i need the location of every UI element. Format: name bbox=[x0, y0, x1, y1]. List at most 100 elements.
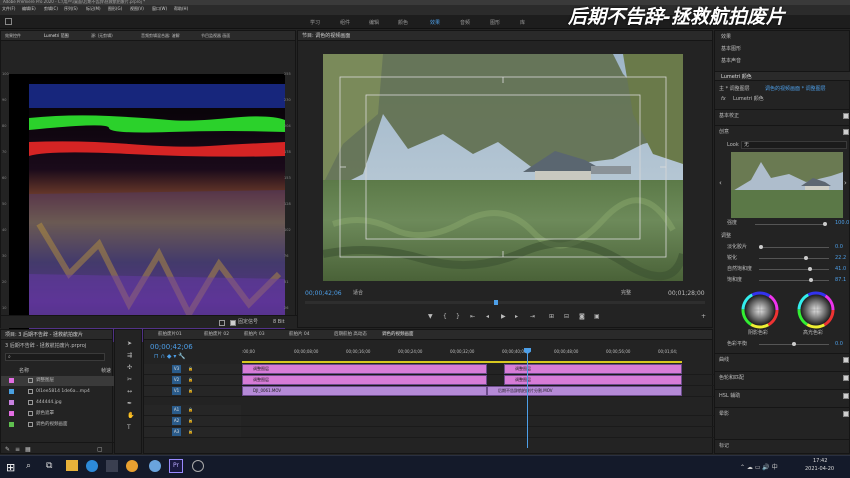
pencil-icon[interactable]: ✎ bbox=[5, 446, 10, 453]
mark-in-icon[interactable]: { bbox=[443, 313, 447, 320]
razor-tool-icon[interactable]: ✂ bbox=[127, 376, 132, 383]
program-monitor-tab[interactable]: 节目: 调色的视频画面 bbox=[302, 34, 350, 39]
tint-balance-value[interactable]: 0.0 bbox=[835, 342, 843, 347]
saturation-slider[interactable] bbox=[759, 278, 829, 282]
home-icon[interactable] bbox=[5, 18, 12, 25]
effects-tab[interactable]: 效果 bbox=[721, 35, 731, 40]
creative-section[interactable]: 创意 bbox=[715, 125, 850, 137]
name-column-header[interactable]: 名称 bbox=[19, 369, 29, 374]
track-target-toggle[interactable]: A3 bbox=[172, 428, 181, 436]
scopes-panel-tab[interactable]: 节目监视器 画面 bbox=[201, 34, 230, 38]
project-tab[interactable]: 项目: 3 后期不告辞 - 拯救航拍废片 bbox=[5, 333, 83, 338]
workspace-tab[interactable]: 编辑 bbox=[369, 19, 379, 26]
menu-item[interactable]: 编辑(E) bbox=[22, 7, 36, 11]
faded-film-value[interactable]: 0.0 bbox=[835, 245, 843, 250]
workspace-tab[interactable]: 组件 bbox=[340, 19, 350, 26]
add-marker-icon[interactable]: ▼ bbox=[428, 313, 433, 320]
saturation-value[interactable]: 87.1 bbox=[835, 278, 846, 283]
app-icon-orange[interactable] bbox=[126, 460, 138, 472]
track-target-toggle[interactable]: A1 bbox=[172, 406, 181, 414]
project-item[interactable]: 颜色遮罩 bbox=[1, 409, 114, 419]
curves-section[interactable]: 曲线 bbox=[715, 353, 850, 365]
timeline-ruler[interactable]: :00;00 00;00;08;00 00;00;16;00 00;00;24;00 0… bbox=[242, 348, 682, 362]
creative-checkbox[interactable] bbox=[843, 129, 849, 135]
intensity-slider[interactable] bbox=[755, 222, 827, 226]
go-to-out-icon[interactable]: ⇥ bbox=[530, 313, 535, 320]
sequence-tab[interactable]: 航拍废片01 bbox=[158, 332, 182, 338]
curves-checkbox[interactable] bbox=[843, 357, 849, 363]
faded-film-slider-knob[interactable] bbox=[759, 245, 763, 249]
scopes-panel-tab[interactable]: Lumetri 范围 bbox=[44, 34, 69, 38]
add-button-icon[interactable]: + bbox=[701, 313, 706, 320]
workspace-tab[interactable]: 颜色 bbox=[398, 19, 408, 26]
work-area-bar[interactable] bbox=[242, 361, 682, 363]
clamp-signal-checkbox[interactable] bbox=[230, 320, 236, 326]
slip-tool-icon[interactable]: ↔ bbox=[127, 388, 132, 395]
timeline-playhead[interactable] bbox=[527, 348, 528, 448]
menu-item[interactable]: 文件(F) bbox=[2, 7, 15, 11]
program-scrub-bar[interactable] bbox=[305, 300, 705, 305]
sequence-tab[interactable]: 航拍片 03 bbox=[244, 332, 265, 338]
project-item[interactable]: 0l1ee5814 1de6a...mp4 bbox=[1, 387, 114, 397]
file-explorer-icon[interactable] bbox=[66, 460, 78, 471]
bit-depth-select[interactable]: 8 Bit bbox=[273, 320, 285, 325]
program-timecode-current[interactable]: 00;00;42;06 bbox=[305, 291, 342, 297]
color-wheels-section[interactable]: 色轮和匹配 bbox=[715, 371, 850, 383]
playback-resolution-select[interactable]: 完整 bbox=[621, 291, 631, 296]
timeline-clip[interactable]: 调整图层 bbox=[242, 364, 487, 374]
timeline-clip[interactable]: 后期不告辞航拍废片分割.MOV bbox=[487, 386, 682, 396]
menu-item[interactable]: 窗口(W) bbox=[152, 7, 167, 11]
shadow-tint-wheel[interactable] bbox=[739, 289, 781, 331]
highlight-tint-wheel[interactable] bbox=[795, 289, 837, 331]
track-lock-icon[interactable]: 🔒 bbox=[188, 378, 193, 382]
lift-icon[interactable]: ⊞ bbox=[549, 313, 554, 320]
program-playhead[interactable] bbox=[494, 300, 498, 305]
vibrance-slider[interactable] bbox=[759, 267, 829, 271]
color-wheels-checkbox[interactable] bbox=[843, 375, 849, 381]
timeline-snap-icons[interactable]: ⊓ ∩ ◆ ▾ 🔧 bbox=[154, 354, 186, 360]
basic-correction-section[interactable]: 基本校正 bbox=[715, 109, 850, 121]
tint-balance-slider-knob[interactable] bbox=[792, 342, 796, 346]
vibrance-slider-knob[interactable] bbox=[808, 267, 812, 271]
vignette-section[interactable]: 晕影 bbox=[715, 407, 850, 419]
selection-tool-icon[interactable]: ➤ bbox=[127, 340, 132, 347]
basic-correction-checkbox[interactable] bbox=[843, 113, 849, 119]
icon-view-icon[interactable]: ▦ bbox=[25, 446, 31, 453]
essential-sound-tab[interactable]: 基本声音 bbox=[721, 59, 741, 64]
taskbar-clock[interactable]: 17:42 bbox=[813, 459, 827, 464]
taskbar-date[interactable]: 2021-04-20 bbox=[805, 467, 834, 472]
project-item[interactable]: 调色的视频画面 bbox=[1, 420, 114, 430]
hand-tool-icon[interactable]: ✋ bbox=[127, 412, 134, 419]
sequence-tab[interactable]: 调色的视频画面 bbox=[382, 332, 414, 338]
go-to-in-icon[interactable]: ⇤ bbox=[470, 313, 475, 320]
frame-rate-column-header[interactable]: 帧速 bbox=[101, 369, 111, 374]
essential-graphics-tab[interactable]: 基本图形 bbox=[721, 47, 741, 52]
sequence-tab[interactable]: 后期航拍 高动态 bbox=[334, 332, 367, 338]
extract-icon[interactable]: ⊟ bbox=[564, 313, 569, 320]
timeline-clip[interactable]: DJI_0061.MOV bbox=[242, 386, 487, 396]
menu-item[interactable]: 标记(M) bbox=[86, 7, 101, 11]
timeline-clip[interactable]: 调整图层 bbox=[504, 375, 682, 385]
play-icon[interactable]: ▶ bbox=[501, 313, 506, 320]
project-search-input[interactable]: ⌕ bbox=[5, 353, 105, 361]
track-lock-icon[interactable]: 🔒 bbox=[188, 389, 193, 393]
vignette-checkbox[interactable] bbox=[843, 411, 849, 417]
workspace-tab[interactable]: 音频 bbox=[460, 19, 470, 26]
look-prev-icon[interactable]: ‹ bbox=[719, 179, 722, 187]
step-back-icon[interactable]: ◂ bbox=[486, 313, 489, 320]
sequence-tab[interactable]: 航拍废片 02 bbox=[204, 332, 229, 338]
track-lock-icon[interactable]: 🔒 bbox=[188, 408, 193, 412]
timeline-clip[interactable]: 调整图层 bbox=[504, 364, 682, 374]
menu-item[interactable]: 序列(S) bbox=[64, 7, 78, 11]
sharpen-slider-knob[interactable] bbox=[804, 256, 808, 260]
wrench-icon[interactable] bbox=[219, 320, 225, 326]
track-target-toggle[interactable]: A2 bbox=[172, 417, 181, 425]
store-icon[interactable] bbox=[106, 460, 118, 472]
windows-start-icon[interactable]: ⊞ bbox=[6, 461, 15, 474]
project-item[interactable]: 444444.jpg bbox=[1, 398, 114, 408]
step-forward-icon[interactable]: ▸ bbox=[515, 313, 518, 320]
workspace-tab[interactable]: 库 bbox=[520, 19, 525, 26]
track-lock-icon[interactable]: 🔒 bbox=[188, 367, 193, 371]
sharpen-slider[interactable] bbox=[759, 256, 829, 260]
timeline-timecode[interactable]: 00;00;42;06 bbox=[150, 344, 193, 351]
